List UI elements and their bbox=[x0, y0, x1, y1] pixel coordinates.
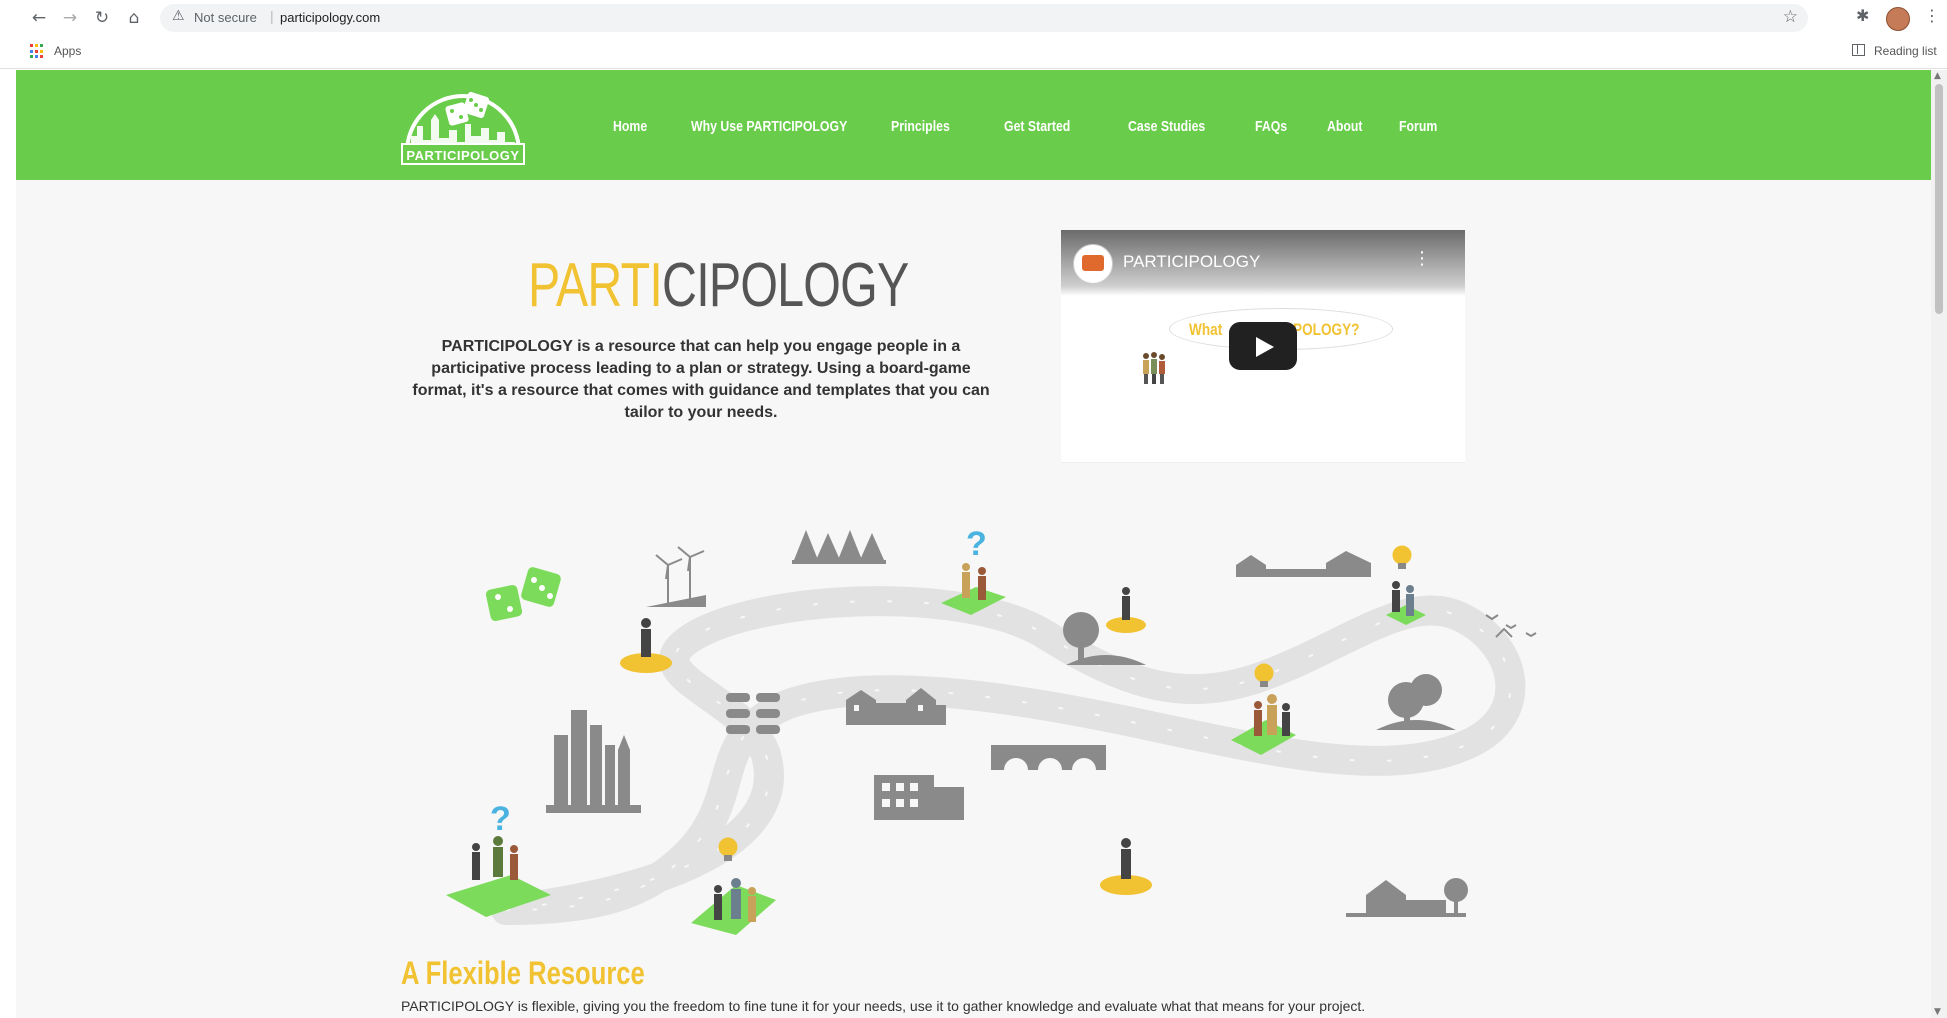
hero-title-part2: CIPOLOGY bbox=[662, 251, 909, 320]
office-building-icon bbox=[874, 775, 964, 820]
profile-avatar[interactable] bbox=[1886, 7, 1910, 31]
hero-title-part1: PARTI bbox=[528, 251, 663, 320]
city-skyline-icon bbox=[546, 710, 641, 813]
nav-why-use[interactable]: Why Use PARTICIPOLOGY bbox=[691, 118, 847, 135]
forward-icon[interactable]: → bbox=[58, 6, 82, 30]
video-title[interactable]: PARTICIPOLOGY bbox=[1123, 252, 1260, 272]
page-viewport: PARTICIPOLOGY Home Why Use PARTICIPOLOGY… bbox=[16, 70, 1931, 1018]
section-title: A Flexible Resource bbox=[401, 955, 645, 991]
video-header bbox=[1061, 230, 1465, 296]
bridge-icon bbox=[991, 745, 1106, 770]
hero-description: PARTICIPOLOGY is a resource that can hel… bbox=[412, 338, 990, 421]
scroll-down-icon[interactable]: ▼ bbox=[1934, 1007, 1941, 1017]
hero-title: PARTICIPOLOGY bbox=[528, 250, 909, 321]
video-menu-icon[interactable]: ⋮ bbox=[1413, 248, 1431, 269]
site-logo[interactable]: PARTICIPOLOGY bbox=[401, 80, 525, 166]
address-bar[interactable]: ⚠ Not secure | participology.com ☆ bbox=[160, 4, 1808, 32]
scroll-up-icon[interactable]: ▲ bbox=[1934, 71, 1941, 81]
wind-turbines-icon bbox=[646, 546, 706, 607]
page-scrollbar[interactable]: ▲ ▼ bbox=[1931, 70, 1947, 1018]
address-separator: | bbox=[270, 8, 274, 24]
people-illustration-icon bbox=[1143, 352, 1165, 384]
pine-trees-icon bbox=[792, 530, 886, 564]
video-embed[interactable]: PARTICIPOLOGY ⋮ What POLOGY? bbox=[1061, 230, 1465, 462]
bookmark-star-icon[interactable]: ☆ bbox=[1783, 7, 1798, 27]
farmhouse-icon bbox=[1346, 878, 1468, 917]
section-text: PARTICIPOLOGY is flexible, giving you th… bbox=[401, 998, 1366, 1014]
question-mark-icon: ? bbox=[966, 525, 987, 563]
reading-list-icon[interactable] bbox=[1852, 44, 1865, 56]
extensions-icon[interactable]: ✱ bbox=[1856, 6, 1869, 25]
question-mark-icon: ? bbox=[490, 800, 511, 838]
channel-avatar[interactable] bbox=[1073, 244, 1113, 284]
apps-bookmark[interactable]: Apps bbox=[54, 44, 81, 58]
reading-list-button[interactable]: Reading list bbox=[1874, 44, 1937, 58]
village-houses-icon bbox=[1236, 551, 1371, 577]
nav-about[interactable]: About bbox=[1327, 118, 1363, 135]
security-status[interactable]: Not secure bbox=[194, 10, 257, 25]
nav-faqs[interactable]: FAQs bbox=[1255, 118, 1287, 135]
board-game-illustration: ? ? bbox=[446, 525, 1537, 935]
nav-get-started[interactable]: Get Started bbox=[1004, 118, 1070, 135]
nav-case-studies[interactable]: Case Studies bbox=[1128, 118, 1205, 135]
bubble-text-right: POLOGY? bbox=[1293, 320, 1360, 339]
logo-text: PARTICIPOLOGY bbox=[406, 148, 520, 163]
scrollbar-thumb[interactable] bbox=[1935, 84, 1943, 314]
tree-house-right-icon bbox=[1376, 674, 1456, 730]
site-header: PARTICIPOLOGY Home Why Use PARTICIPOLOGY… bbox=[16, 70, 1931, 180]
warning-icon[interactable]: ⚠ bbox=[172, 8, 185, 24]
nav-home[interactable]: Home bbox=[613, 118, 647, 135]
browser-menu-icon[interactable]: ⋮ bbox=[1924, 6, 1940, 25]
play-button-icon[interactable] bbox=[1229, 322, 1297, 370]
bubble-text-left: What bbox=[1189, 320, 1223, 339]
apps-grid-icon[interactable] bbox=[30, 44, 45, 59]
nav-forum[interactable]: Forum bbox=[1399, 118, 1437, 135]
reload-icon[interactable]: ↻ bbox=[90, 6, 114, 30]
back-icon[interactable]: ← bbox=[27, 6, 51, 30]
dice-icon bbox=[485, 567, 561, 622]
browser-toolbar: ← → ↻ ⌂ ⚠ Not secure | participology.com… bbox=[0, 0, 1947, 36]
url-text[interactable]: participology.com bbox=[280, 10, 380, 25]
bookmarks-bar: Apps Reading list bbox=[0, 36, 1947, 69]
home-icon[interactable]: ⌂ bbox=[122, 6, 146, 30]
nav-principles[interactable]: Principles bbox=[891, 118, 950, 135]
